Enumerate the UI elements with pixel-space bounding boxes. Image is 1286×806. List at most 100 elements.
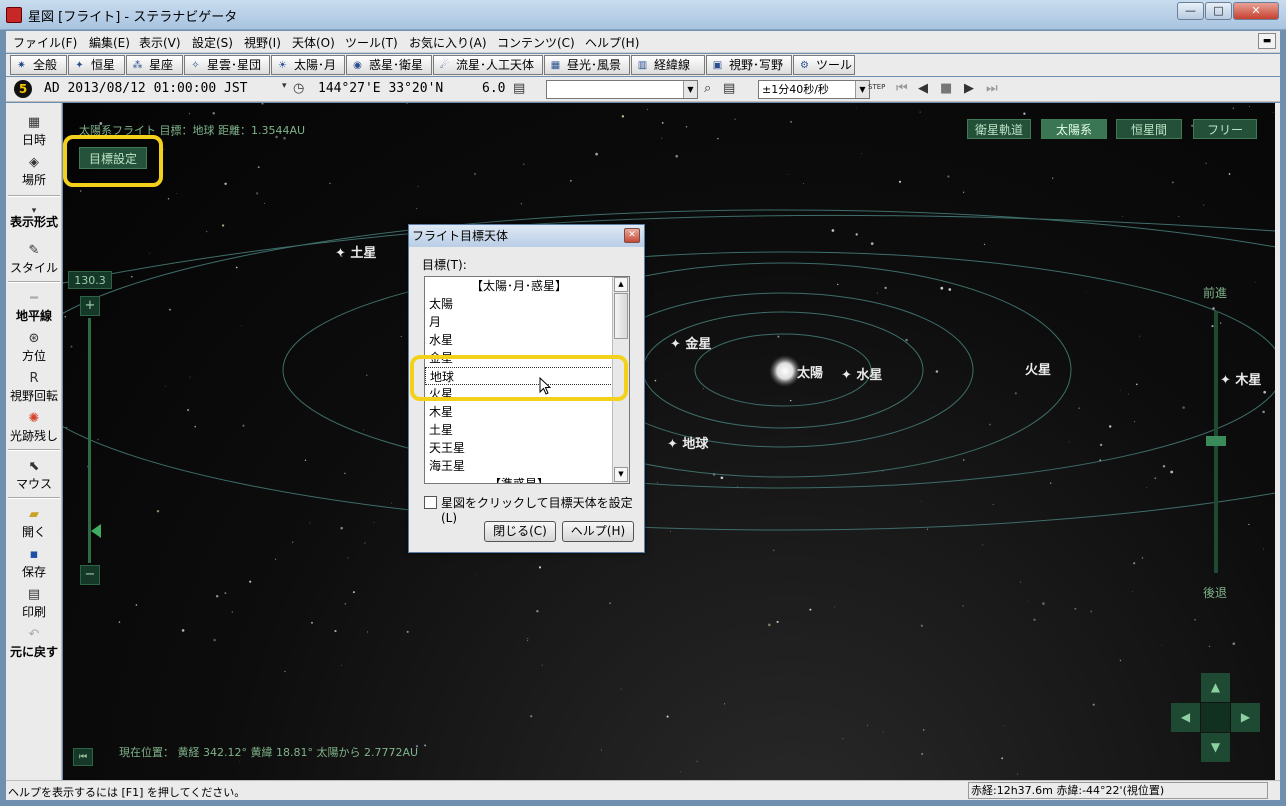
skip-back-icon[interactable]: ⏮ [896, 81, 908, 96]
tab-daylight[interactable]: ▦ 昼光･風景 [544, 55, 630, 75]
stop-icon[interactable]: ■ [940, 81, 952, 96]
planet-venus[interactable]: ✦ 金星 [670, 333, 711, 352]
planet-earth[interactable]: ✦ 地球 [667, 433, 708, 452]
tab-constellations[interactable]: ⁂ 星座 [126, 55, 183, 75]
background-star [1202, 204, 1205, 206]
background-star [653, 413, 654, 414]
menu-view[interactable]: 表示(V) [139, 34, 181, 51]
tab-gridlines[interactable]: ▥ 経緯線 [631, 55, 705, 75]
list-item[interactable]: 木星 [425, 403, 613, 421]
menu-edit[interactable]: 編集(E) [89, 34, 130, 51]
time-speed-select[interactable]: ±1分40秒/秒 ▼ [758, 80, 870, 99]
sidebar-item-horizon[interactable]: ━ 地平線 [6, 291, 62, 324]
planet-mars[interactable]: 火星 [1025, 359, 1051, 378]
rewind-button[interactable]: ⏮ [73, 748, 93, 766]
menu-help[interactable]: ヘルプ(H) [585, 34, 639, 51]
search-icon[interactable]: ⌕ [704, 81, 711, 96]
magnitude-icon[interactable]: ▤ [513, 81, 525, 96]
speed-slider-handle[interactable] [1206, 436, 1226, 446]
sidebar-item-print[interactable]: ▤ 印刷 [6, 587, 62, 620]
dropdown-arrow-icon[interactable]: ▾ [282, 81, 287, 91]
list-icon[interactable]: ▤ [723, 81, 735, 96]
sidebar-item-rotate[interactable]: R 視野回転 [6, 371, 62, 404]
scroll-thumb[interactable] [614, 293, 628, 339]
tab-general[interactable]: ✷ 全般 [10, 55, 67, 75]
scroll-down-icon[interactable]: ▼ [614, 467, 628, 482]
mode-satellite-orbit[interactable]: 衛星軌道 [967, 119, 1031, 139]
dialog-close-button[interactable]: ✕ [624, 228, 640, 243]
sidebar-item-datetime[interactable]: ▦ 日時 [6, 115, 62, 148]
zoom-slider-handle[interactable] [91, 524, 101, 538]
menu-field[interactable]: 視野(I) [244, 34, 281, 51]
list-item[interactable]: 天王星 [425, 439, 613, 457]
tab-planets[interactable]: ◉ 惑星･衛星 [346, 55, 432, 75]
list-item[interactable]: 水星 [425, 331, 613, 349]
menu-tools[interactable]: ツール(T) [345, 34, 398, 51]
sidebar-item-location[interactable]: ◈ 場所 [6, 155, 62, 188]
close-button[interactable]: ✕ [1233, 2, 1279, 20]
sidebar-item-undo[interactable]: ↶ 元に戻す [6, 627, 62, 660]
scroll-up-icon[interactable]: ▲ [614, 277, 628, 292]
tab-field[interactable]: ▣ 視野･写野 [706, 55, 792, 75]
background-star [1074, 607, 1077, 610]
sidebar-item-style[interactable]: ✎ スタイル [6, 243, 62, 276]
play-icon[interactable]: ▶ [964, 81, 974, 96]
background-star [776, 620, 779, 623]
zoom-out-button[interactable]: − [80, 565, 100, 585]
location-display[interactable]: 144°27'E 33°20'N [318, 81, 443, 96]
nav-right-button[interactable]: ▶ [1231, 703, 1260, 732]
list-item[interactable]: 太陽 [425, 295, 613, 313]
planet-jupiter[interactable]: ✦ 木星 [1220, 369, 1261, 388]
tab-tools[interactable]: ⚙ ツール [793, 55, 855, 75]
menu-favorites[interactable]: お気に入り(A) [409, 34, 487, 51]
tab-sun-moon[interactable]: ☀ 太陽･月 [271, 55, 345, 75]
chevron-down-icon[interactable]: ▼ [683, 81, 697, 98]
menu-contents[interactable]: コンテンツ(C) [497, 34, 575, 51]
tab-nebulae[interactable]: ✧ 星雲･星団 [184, 55, 270, 75]
close-dialog-button[interactable]: 閉じる(C) [484, 521, 556, 542]
menu-object[interactable]: 天体(O) [292, 34, 335, 51]
datetime-display[interactable]: AD 2013/08/12 01:00:00 JST [44, 81, 248, 96]
list-item[interactable]: 土星 [425, 421, 613, 439]
search-combo[interactable]: ▼ [546, 80, 698, 99]
background-star [1050, 482, 1052, 484]
mode-free[interactable]: フリー [1193, 119, 1257, 139]
nav-down-button[interactable]: ▼ [1201, 733, 1230, 762]
sidebar-item-open[interactable]: ▰ 開く [6, 507, 62, 540]
help-button[interactable]: ヘルプ(H) [562, 521, 634, 542]
sidebar-item-mouse[interactable]: ⬉ マウス [6, 459, 62, 492]
panel-close-icon[interactable]: ▬ [1258, 33, 1276, 49]
mode-interstellar[interactable]: 恒星間 [1116, 119, 1182, 139]
menu-file[interactable]: ファイル(F) [13, 34, 77, 51]
planet-saturn[interactable]: ✦ 土星 [335, 242, 376, 261]
nebula-icon: ✧ [191, 60, 200, 71]
background-star [789, 399, 792, 402]
maximize-button[interactable]: □ [1205, 2, 1232, 20]
chevron-down-icon[interactable]: ▼ [855, 81, 869, 98]
now-clock-icon[interactable]: ◷ [293, 81, 304, 96]
minimize-button[interactable]: — [1177, 2, 1204, 20]
field-icon: ▣ [712, 60, 723, 71]
nav-up-button[interactable]: ▲ [1201, 673, 1230, 702]
sidebar-item-display-format[interactable]: ▾ 表示形式 [6, 203, 62, 230]
sidebar-item-save[interactable]: ▪ 保存 [6, 547, 62, 580]
background-star [189, 113, 191, 115]
zoom-in-button[interactable]: + [80, 296, 100, 316]
planet-mercury[interactable]: ✦ 水星 [841, 364, 882, 383]
planet-sun[interactable]: 太陽 [797, 362, 823, 381]
nav-left-button[interactable]: ◀ [1171, 703, 1200, 732]
step-icon[interactable]: STEP [868, 83, 885, 91]
star-map-view[interactable]: 太陽系フライト 目標：地球 距離：1.3544AU 目標設定 衛星軌道 太陽系 … [63, 103, 1275, 780]
skip-forward-icon[interactable]: ⏭ [986, 81, 998, 96]
magnitude-display[interactable]: 6.0 [482, 81, 505, 96]
mode-solar-system[interactable]: 太陽系 [1041, 119, 1107, 139]
tab-stars[interactable]: ✦ 恒星 [68, 55, 125, 75]
sidebar-item-direction[interactable]: ⊛ 方位 [6, 331, 62, 364]
menu-settings[interactable]: 設定(S) [192, 34, 233, 51]
play-reverse-icon[interactable]: ◀ [918, 81, 928, 96]
list-item[interactable]: 月 [425, 313, 613, 331]
list-item[interactable]: 海王星 [425, 457, 613, 475]
click-to-set-checkbox[interactable] [424, 496, 437, 509]
sidebar-item-trail[interactable]: ✺ 光跡残し [6, 411, 62, 444]
tab-meteors[interactable]: ☄ 流星･人工天体 [433, 55, 543, 75]
